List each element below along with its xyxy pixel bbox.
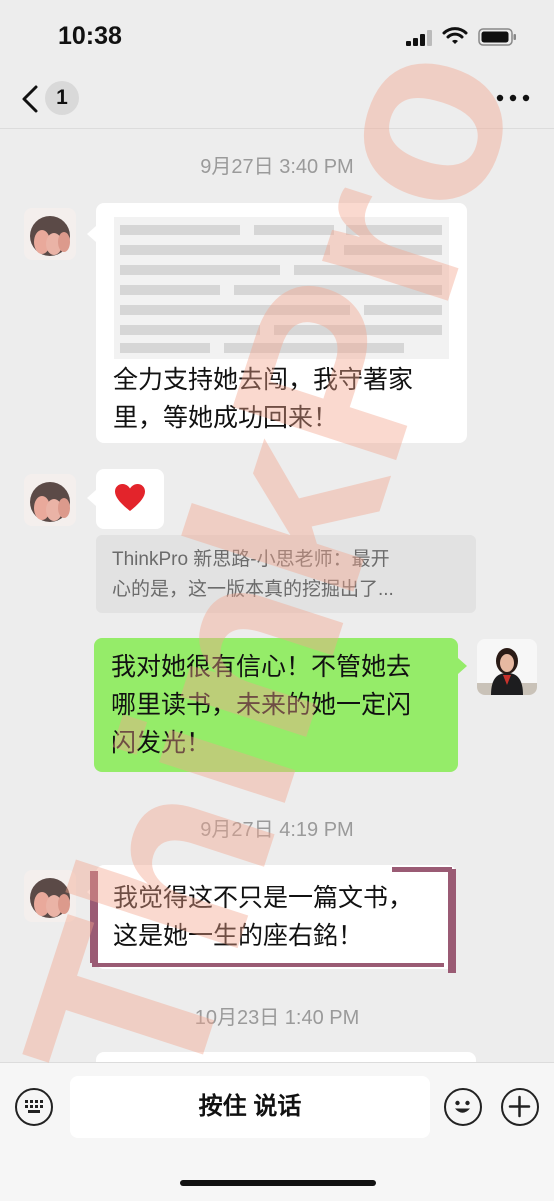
quoted-text-line: 心的是，这一版本真的挖掘出了... (112, 579, 394, 600)
highlight-frame-right (448, 869, 456, 973)
unread-count-badge[interactable]: 1 (45, 81, 79, 115)
more-functions-button[interactable] (501, 1088, 539, 1126)
wifi-icon (442, 27, 468, 44)
emoji-button[interactable] (444, 1088, 482, 1126)
message-bubble-sent[interactable]: 我对她很有信心！不管她去 哪里读书，未来的她一定闪 闪发光！ (94, 638, 458, 772)
bubble-tail (87, 490, 96, 506)
contact-avatar[interactable] (24, 208, 76, 260)
message-timestamp: 9月27日 3:40 PM (200, 156, 354, 178)
heart-icon (115, 484, 145, 511)
highlight-frame-bottom (92, 963, 444, 967)
blurred-image-attachment[interactable] (114, 217, 449, 359)
keyboard-icon (25, 1100, 43, 1113)
keyboard-toggle-button[interactable] (15, 1088, 53, 1126)
highlight-frame-left (90, 871, 98, 963)
plus-icon (508, 1095, 531, 1118)
status-time: 10:38 (58, 22, 122, 50)
quoted-reply[interactable]: ThinkPro 新思路-小思老师：最开 心的是，这一版本真的挖掘出了... (96, 535, 476, 613)
message-text-line: 这是她一生的座右銘！ (113, 922, 364, 950)
message-text-line: 闪发光！ (111, 729, 212, 757)
message-bubble-received[interactable]: 我觉得这不只是一篇文书， 这是她一生的座右銘！ (90, 865, 456, 973)
message-bubble-received[interactable] (96, 469, 164, 529)
message-timestamp: 10月23日 1:40 PM (194, 1007, 360, 1029)
message-text-line: 里，等她成功回来！ (113, 404, 339, 432)
more-options-icon[interactable] (496, 94, 530, 102)
smiley-icon (455, 1100, 470, 1113)
message-text-line: 全力支持她去闯，我守著家 (113, 366, 414, 394)
back-chevron-icon[interactable] (18, 84, 44, 114)
bubble-tail (458, 658, 467, 674)
message-bubble-received[interactable]: 全力支持她去闯，我守著家 里，等她成功回来！ (96, 203, 467, 443)
chat-header (0, 70, 554, 129)
highlight-frame-top (392, 867, 452, 872)
cellular-signal-icon (406, 30, 432, 46)
contact-avatar[interactable] (24, 870, 76, 922)
message-text-line: 哪里读书，未来的她一定闪 (111, 691, 412, 719)
quoted-text-line: ThinkPro 新思路-小思老师：最开 (112, 549, 390, 570)
message-timestamp: 9月27日 4:19 PM (200, 819, 354, 841)
message-text-line: 我觉得这不只是一篇文书， (113, 884, 414, 912)
message-text-line: 我对她很有信心！不管她去 (111, 653, 412, 681)
my-avatar[interactable] (477, 639, 537, 695)
battery-icon (478, 28, 516, 46)
contact-avatar[interactable] (24, 474, 76, 526)
bubble-tail (87, 226, 96, 242)
hold-to-talk-button[interactable]: 按住 说话 (70, 1076, 430, 1138)
home-indicator (180, 1180, 376, 1186)
